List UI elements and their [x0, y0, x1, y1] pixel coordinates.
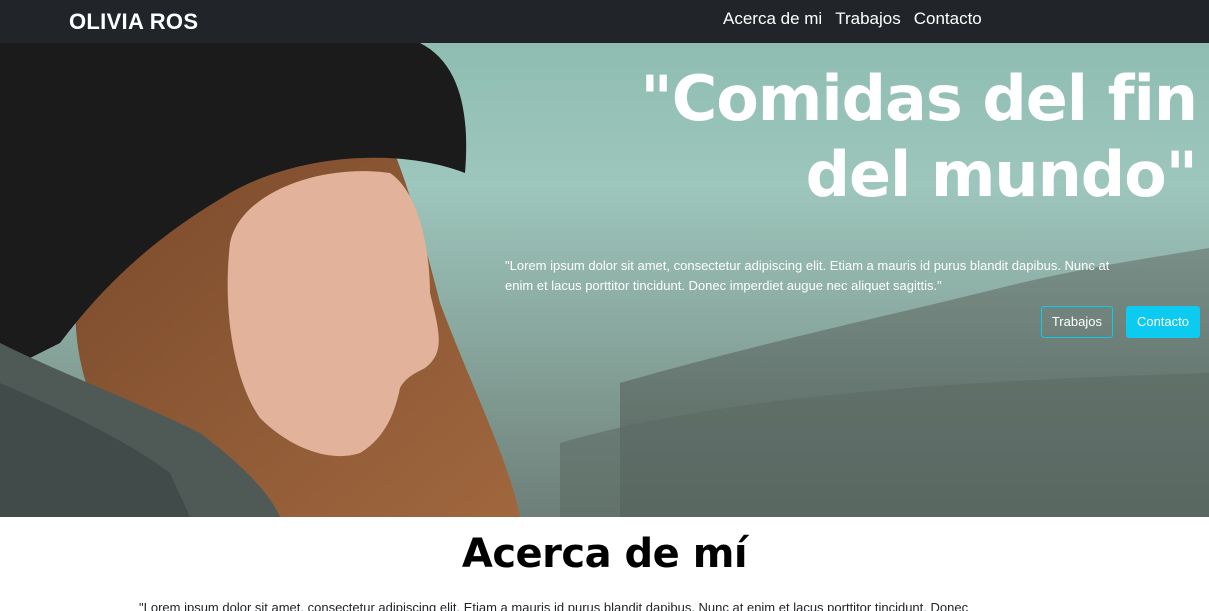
hero-section: "Comidas del fin del mundo" "Lorem ipsum…	[0, 43, 1209, 517]
nav-link-trabajos[interactable]: Trabajos	[835, 9, 901, 29]
hero-title-line1: "Comidas del fin	[640, 62, 1198, 135]
hero-title-line2: del mundo"	[805, 138, 1198, 211]
brand-logo[interactable]: OLIVIA ROS	[69, 9, 198, 35]
nav-link-acerca[interactable]: Acerca de mi	[723, 9, 822, 29]
navbar: OLIVIA ROS Acerca de mi Trabajos Contact…	[0, 0, 1209, 43]
about-text: "Lorem ipsum dolor sit amet, consectetur…	[139, 600, 969, 611]
hero-title: "Comidas del fin del mundo"	[577, 61, 1198, 213]
contacto-button[interactable]: Contacto	[1125, 306, 1200, 338]
about-title: Acerca de mí	[461, 531, 748, 577]
nav-link-contacto[interactable]: Contacto	[914, 9, 982, 29]
trabajos-button[interactable]: Trabajos	[1040, 306, 1113, 338]
hero-quote: "Lorem ipsum dolor sit amet, consectetur…	[505, 258, 1110, 293]
nav-links: Acerca de mi Trabajos Contacto	[723, 9, 995, 29]
hero-buttons: Trabajos Contacto	[1028, 306, 1200, 338]
